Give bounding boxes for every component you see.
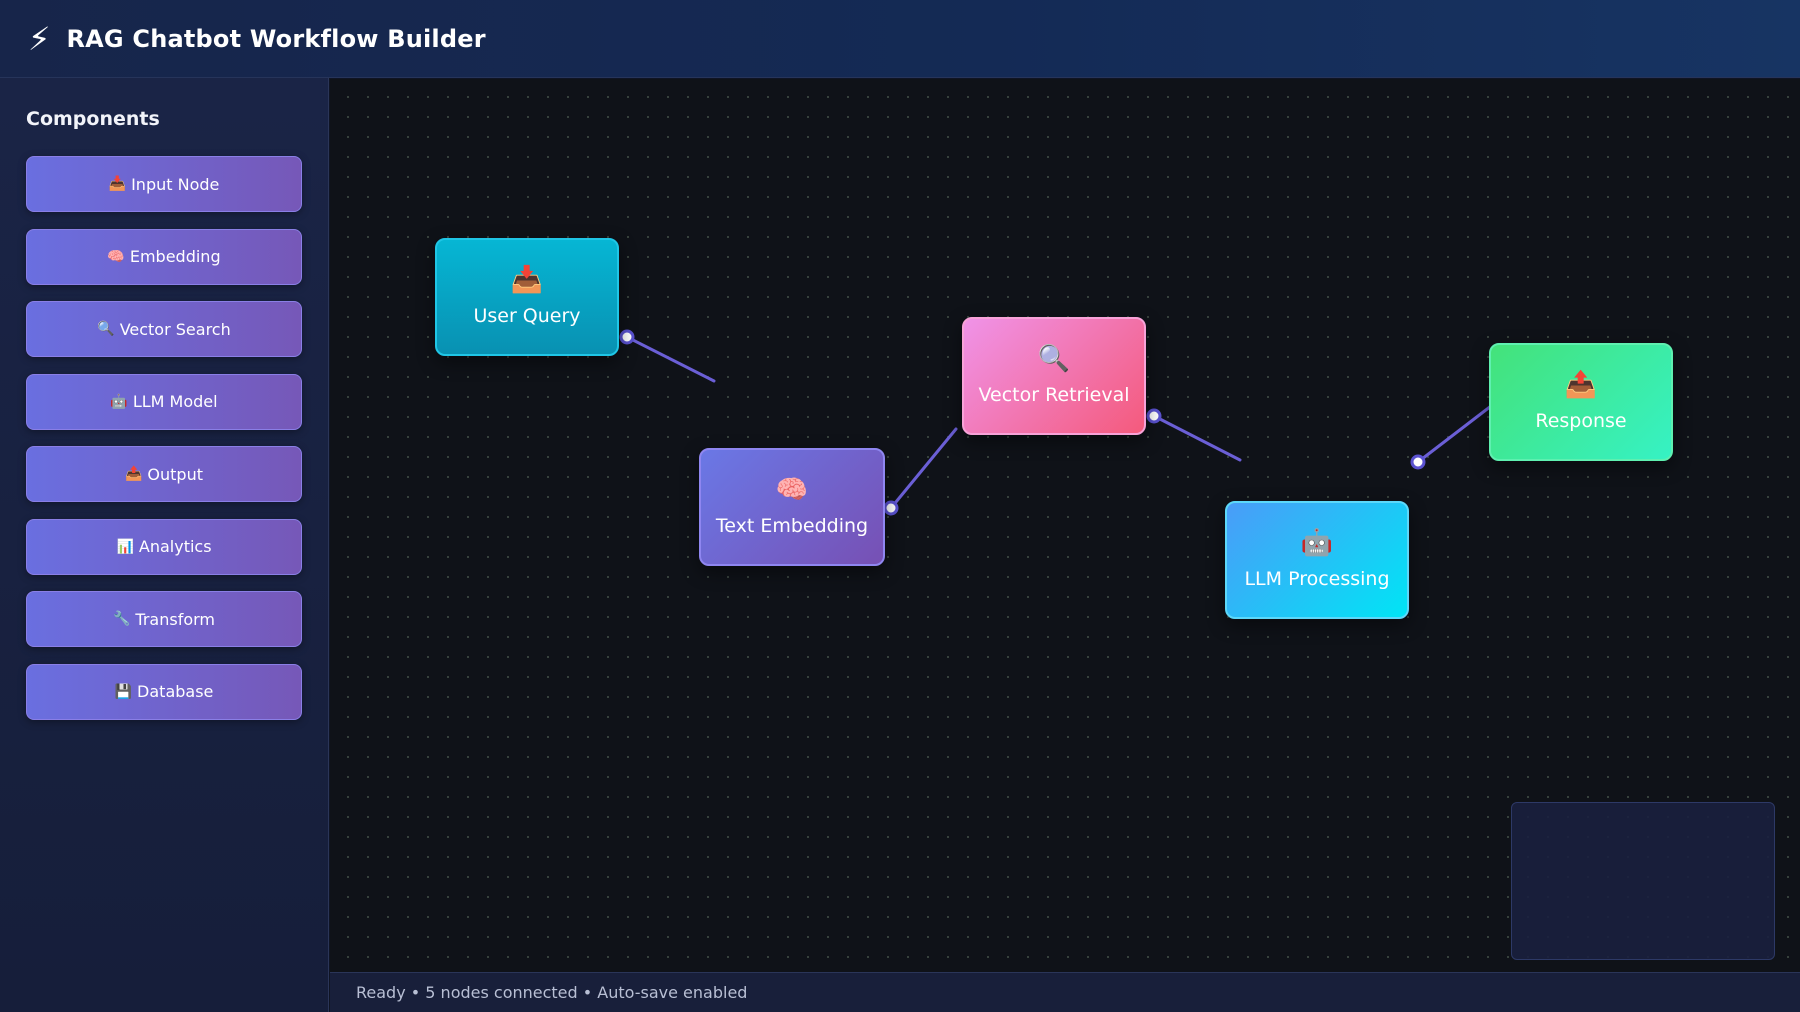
output-port-vector-retrieval[interactable]	[1146, 408, 1162, 424]
brain-icon: 🧠	[107, 248, 125, 265]
component-embedding[interactable]: 🧠 Embedding	[26, 228, 302, 285]
node-llm-processing[interactable]: 🤖 LLM Processing	[1225, 501, 1409, 619]
inbox-tray-icon: 📥	[510, 265, 544, 295]
component-label: Output	[147, 464, 203, 484]
component-analytics[interactable]: 📊 Analytics	[26, 518, 302, 575]
magnifier-icon: 🔍	[97, 321, 115, 337]
component-list: 📥 Input Node 🧠 Embedding 🔍 Vector Search…	[26, 156, 302, 736]
connection-vector-to-llm[interactable]	[1152, 414, 1242, 462]
outbox-tray-icon: 📤	[124, 466, 143, 482]
workflow-canvas[interactable]: 📥 User Query 🧠 Text Embedding 🔍 Vector R…	[330, 79, 1800, 972]
component-input-node[interactable]: 📥 Input Node	[26, 156, 302, 212]
node-label: Response	[1535, 410, 1627, 432]
node-label: User Query	[473, 305, 581, 327]
robot-icon: 🤖	[110, 393, 128, 410]
node-label: Vector Retrieval	[978, 384, 1130, 406]
node-response[interactable]: 📤 Response	[1489, 343, 1673, 461]
status-bar: Ready • 5 nodes connected • Auto-save en…	[330, 972, 1800, 1012]
node-label: Text Embedding	[715, 515, 869, 537]
input-port-response[interactable]	[1410, 454, 1426, 470]
connection-query-to-embedding[interactable]	[625, 335, 716, 383]
connection-embedding-to-vector[interactable]	[889, 427, 958, 510]
robot-icon: 🤖	[1300, 528, 1334, 558]
magnifier-icon: 🔍	[1037, 344, 1071, 374]
brain-icon: 🧠	[775, 475, 809, 505]
component-vector-search[interactable]: 🔍 Vector Search	[26, 301, 302, 357]
outbox-tray-icon: 📤	[1564, 370, 1598, 400]
minimap[interactable]	[1511, 802, 1775, 960]
component-llm-model[interactable]: 🤖 LLM Model	[26, 373, 302, 430]
floppy-disk-icon: 💾	[114, 683, 133, 700]
output-port-user-query[interactable]	[619, 329, 635, 345]
components-sidebar: Components 📥 Input Node 🧠 Embedding 🔍 Ve…	[0, 78, 329, 1012]
component-output[interactable]: 📤 Output	[26, 446, 302, 502]
node-label: LLM Processing	[1244, 568, 1390, 590]
node-vector-retrieval[interactable]: 🔍 Vector Retrieval	[962, 317, 1146, 435]
bar-chart-icon: 📊	[116, 538, 134, 555]
app-header: ⚡ RAG Chatbot Workflow Builder	[0, 0, 1800, 78]
component-transform[interactable]: 🔧 Transform	[26, 591, 302, 647]
node-user-query[interactable]: 📥 User Query	[435, 238, 619, 356]
status-text: Ready • 5 nodes connected • Auto-save en…	[356, 983, 748, 1002]
output-port-text-embedding[interactable]	[883, 500, 899, 516]
inbox-tray-icon: 📥	[108, 176, 127, 192]
node-text-embedding[interactable]: 🧠 Text Embedding	[699, 448, 885, 566]
component-label: Input Node	[131, 174, 220, 194]
connection-llm-to-response[interactable]	[1416, 401, 1497, 464]
wrench-icon: 🔧	[112, 611, 131, 627]
component-label: Embedding	[129, 247, 221, 266]
component-label: Analytics	[138, 537, 212, 556]
component-database[interactable]: 💾 Database	[26, 663, 302, 720]
lightning-icon: ⚡	[28, 19, 51, 58]
component-label: Database	[137, 682, 214, 701]
component-label: Transform	[135, 609, 216, 629]
component-label: Vector Search	[119, 319, 231, 339]
app-title: RAG Chatbot Workflow Builder	[66, 24, 486, 53]
sidebar-heading: Components	[26, 108, 160, 130]
component-label: LLM Model	[132, 392, 218, 411]
